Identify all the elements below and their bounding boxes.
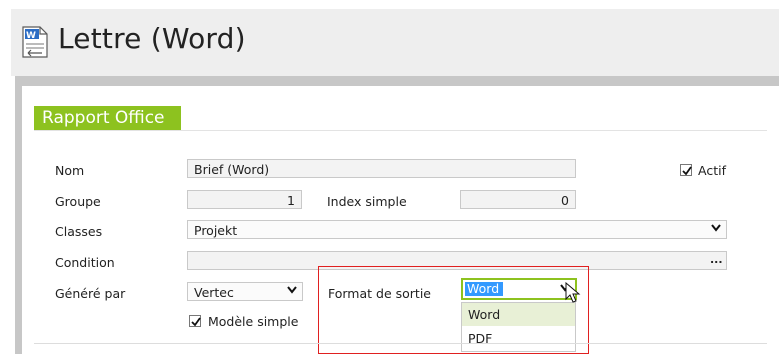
section-divider [34, 130, 767, 131]
actif-label: Actif [698, 163, 726, 178]
actif-checkbox[interactable] [680, 164, 692, 176]
index-simple-field[interactable]: 0 [460, 190, 576, 209]
word-document-icon: W [22, 26, 48, 58]
checkmark-icon [682, 166, 692, 176]
condition-label: Condition [55, 255, 115, 270]
page-title: Lettre (Word) [58, 22, 246, 55]
nom-field[interactable]: Brief (Word) [187, 159, 576, 178]
form-divider [34, 343, 767, 344]
modele-simple-checkbox[interactable] [189, 315, 201, 327]
checkmark-icon [191, 317, 201, 327]
groupe-label: Groupe [55, 194, 101, 209]
svg-text:W: W [26, 31, 36, 41]
condition-ellipsis-button[interactable]: ... [710, 253, 723, 266]
genere-par-label: Généré par [55, 286, 126, 301]
index-simple-label: Index simple [327, 194, 407, 209]
chevron-down-icon[interactable] [284, 283, 300, 300]
nom-label: Nom [55, 163, 85, 178]
groupe-field[interactable]: 1 [187, 190, 302, 209]
classes-select[interactable]: Projekt [187, 220, 727, 239]
modele-simple-label: Modèle simple [208, 314, 299, 329]
classes-label: Classes [55, 224, 103, 239]
annotation-highlight-box [318, 266, 589, 354]
section-title: Rapport Office [34, 106, 181, 130]
mouse-cursor-icon [565, 281, 581, 308]
chevron-down-icon[interactable] [708, 221, 724, 238]
